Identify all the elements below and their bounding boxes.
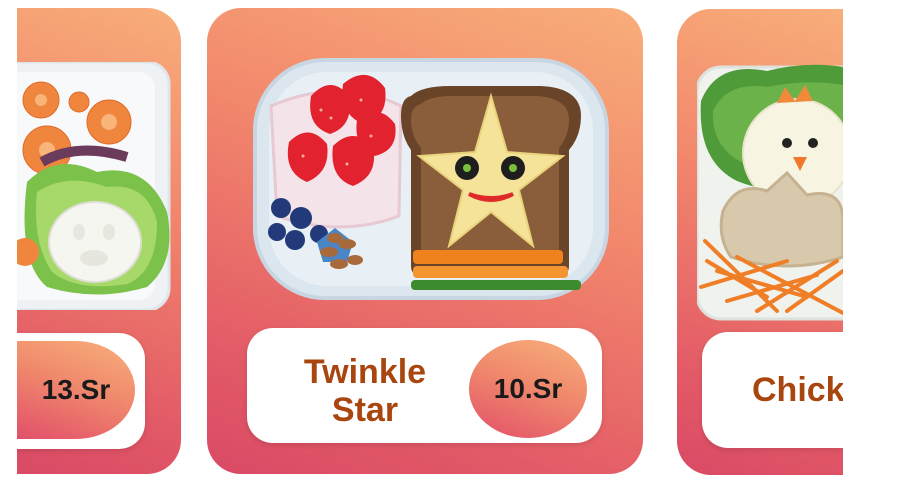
product-info-panel: Twinkle Star 10.Sr [247, 328, 602, 443]
product-name: Twinkle Star [295, 353, 435, 429]
product-card[interactable]: 13.Sr [17, 8, 181, 474]
product-info-panel: Chick [702, 332, 843, 448]
price-badge: 10.Sr [469, 340, 587, 438]
product-info-panel: 13.Sr [17, 333, 145, 449]
product-card[interactable]: Chick [677, 9, 843, 475]
price-badge: 13.Sr [17, 341, 135, 439]
price-label: 13.Sr [41, 374, 111, 405]
product-name: Chick [752, 371, 843, 409]
bento-box-image [697, 64, 843, 321]
price-label: 10.Sr [493, 373, 563, 404]
bento-box-image [17, 62, 171, 310]
product-carousel: 13.Sr Twinkle Star 10.Sr Chick [0, 0, 913, 478]
product-name-line: Twinkle [303, 353, 427, 391]
bento-box-image [253, 58, 609, 300]
product-card[interactable]: Twinkle Star 10.Sr [207, 8, 643, 474]
product-name-line: Star [331, 391, 399, 429]
